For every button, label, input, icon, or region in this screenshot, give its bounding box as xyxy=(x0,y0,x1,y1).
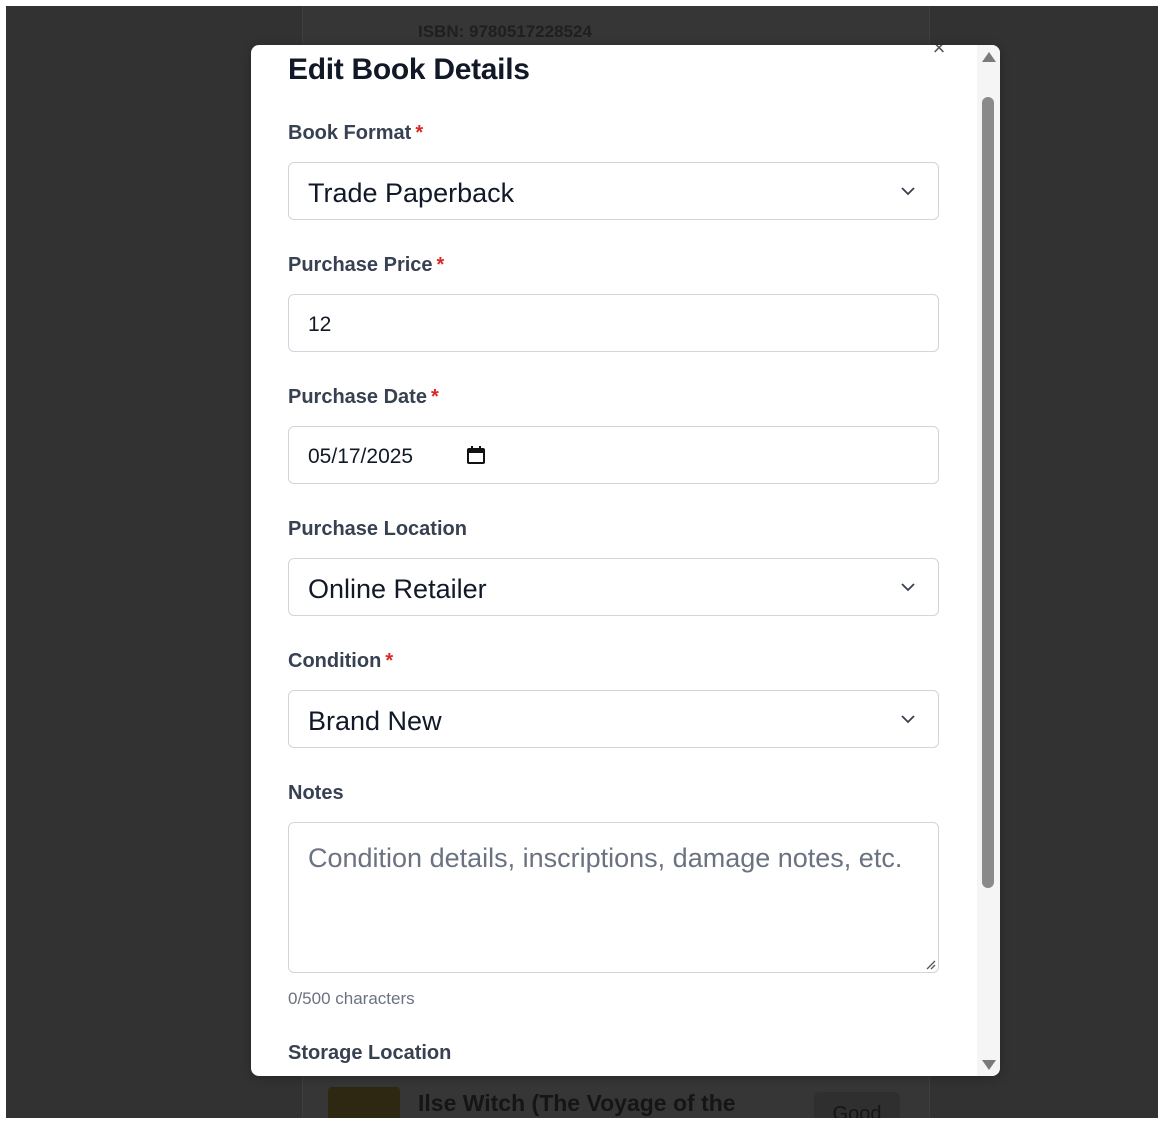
scroll-down-arrow-icon[interactable] xyxy=(982,1060,996,1070)
close-icon: × xyxy=(932,45,946,60)
background-book-title: Ilse Witch (The Voyage of the xyxy=(418,1090,736,1116)
condition-label: Condition * xyxy=(288,650,394,672)
scroll-up-arrow-icon[interactable] xyxy=(982,52,996,62)
storage-location-label: Storage Location xyxy=(288,1042,452,1064)
background-isbn: ISBN: 9780517228524 xyxy=(418,22,592,41)
required-indicator: * xyxy=(415,122,424,144)
purchase-price-input[interactable]: 12 xyxy=(288,294,939,352)
modal-title: Edit Book Details xyxy=(288,53,530,86)
close-button[interactable]: × xyxy=(928,45,950,59)
chevron-down-icon xyxy=(901,187,915,196)
purchase-location-select[interactable]: Online Retailer xyxy=(288,558,939,616)
purchase-location-label: Purchase Location xyxy=(288,518,467,540)
notes-placeholder: Condition details, inscriptions, damage … xyxy=(308,843,903,873)
chevron-down-icon xyxy=(901,583,915,592)
book-format-value: Trade Paperback xyxy=(308,178,515,208)
calendar-icon[interactable] xyxy=(466,445,486,465)
purchase-price-label: Purchase Price * xyxy=(288,254,445,276)
condition-value: Brand New xyxy=(308,706,442,736)
resize-handle-icon[interactable] xyxy=(924,958,936,970)
background-book-cover xyxy=(328,1087,400,1118)
purchase-date-label: Purchase Date * xyxy=(288,386,439,408)
purchase-price-value: 12 xyxy=(308,313,332,336)
chevron-down-icon xyxy=(901,715,915,724)
modal-scrollbar[interactable] xyxy=(977,45,1000,1076)
condition-select[interactable]: Brand New xyxy=(288,690,939,748)
book-format-label: Book Format * xyxy=(288,122,424,144)
purchase-location-value: Online Retailer xyxy=(308,574,487,604)
purchase-date-value: 05/17/2025 xyxy=(308,445,414,468)
notes-textarea[interactable]: Condition details, inscriptions, damage … xyxy=(288,822,939,973)
edit-book-modal: × Edit Book Details Book Format * Trade P… xyxy=(251,45,1000,1076)
required-indicator: * xyxy=(436,254,445,276)
required-indicator: * xyxy=(385,650,394,672)
purchase-date-input[interactable]: 05/17/2025 xyxy=(288,426,939,484)
book-format-select[interactable]: Trade Paperback xyxy=(288,162,939,220)
notes-label: Notes xyxy=(288,782,344,804)
required-indicator: * xyxy=(430,386,439,408)
scrollbar-thumb[interactable] xyxy=(982,97,994,888)
background-condition-badge: Good xyxy=(814,1092,900,1118)
notes-char-count: 0/500 characters xyxy=(288,989,415,1008)
